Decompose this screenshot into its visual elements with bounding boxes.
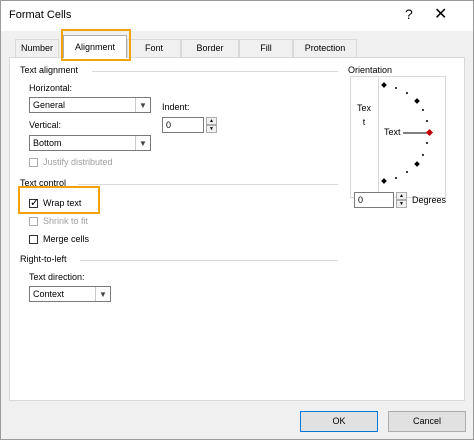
spin-up-icon[interactable]: ▲ xyxy=(206,117,217,125)
justify-distributed-checkbox[interactable] xyxy=(29,158,38,167)
orientation-box: Text Text xyxy=(350,76,446,198)
divider xyxy=(92,71,338,72)
tab-fill[interactable]: Fill xyxy=(239,39,293,57)
spin-up-icon[interactable]: ▲ xyxy=(396,192,407,200)
format-cells-dialog: Format Cells ? ✕ Number Alignment Font B… xyxy=(0,0,474,440)
justify-distributed-label: Justify distributed xyxy=(43,157,113,167)
dial-marker[interactable] xyxy=(425,128,434,137)
merge-cells-checkbox[interactable] xyxy=(29,235,38,244)
merge-cells-label: Merge cells xyxy=(43,234,90,244)
text-direction-label: Text direction: xyxy=(29,272,85,282)
dial-tick xyxy=(414,98,420,104)
divider xyxy=(78,184,338,185)
dial-dot xyxy=(406,92,408,94)
degrees-value: 0 xyxy=(358,195,364,205)
dial-dot xyxy=(426,120,428,122)
degrees-spinner[interactable]: ▲ ▼ xyxy=(396,192,407,208)
indent-input[interactable]: 0 xyxy=(162,117,204,133)
text-control-heading: Text control xyxy=(20,178,67,188)
tab-alignment[interactable]: Alignment xyxy=(63,35,127,58)
tab-font[interactable]: Font xyxy=(127,39,181,57)
text-direction-value: Context xyxy=(33,289,65,299)
chevron-down-icon: ▼ xyxy=(135,136,150,150)
degrees-input[interactable]: 0 xyxy=(354,192,394,208)
chevron-down-icon: ▼ xyxy=(135,98,150,112)
text-direction-select[interactable]: Context ▼ xyxy=(29,286,111,302)
checkmark-icon: ✓ xyxy=(30,197,40,209)
dial-dot xyxy=(395,87,397,89)
dial-tick xyxy=(414,161,420,167)
title-bar: Format Cells ? ✕ xyxy=(1,1,473,31)
vertical-label: Vertical: xyxy=(29,120,62,130)
dial-dot xyxy=(395,177,397,179)
vertical-text-button[interactable]: Text xyxy=(356,101,372,129)
horizontal-select[interactable]: General ▼ xyxy=(29,97,151,113)
indent-spinner[interactable]: ▲ ▼ xyxy=(206,117,217,133)
orientation-dial[interactable] xyxy=(379,77,445,197)
shrink-to-fit-label: Shrink to fit xyxy=(43,216,89,226)
spin-down-icon[interactable]: ▼ xyxy=(396,200,407,208)
alignment-panel: Text alignment Horizontal: General ▼ Ind… xyxy=(9,57,465,401)
horizontal-label: Horizontal: xyxy=(29,83,73,93)
tab-border[interactable]: Border xyxy=(181,39,239,57)
degrees-label: Degrees xyxy=(412,195,447,205)
spin-down-icon[interactable]: ▼ xyxy=(206,125,217,133)
chevron-down-icon: ▼ xyxy=(95,287,110,301)
dial-tick xyxy=(381,82,387,88)
wrap-text-label: Wrap text xyxy=(43,198,82,208)
tab-number[interactable]: Number xyxy=(15,39,59,57)
right-to-left-heading: Right-to-left xyxy=(20,254,67,264)
text-alignment-heading: Text alignment xyxy=(20,65,79,75)
shrink-to-fit-checkbox[interactable] xyxy=(29,217,38,226)
dial-dot xyxy=(422,109,424,111)
tab-protection[interactable]: Protection xyxy=(293,39,357,57)
help-button[interactable]: ? xyxy=(405,6,413,22)
wrap-text-checkbox[interactable]: ✓ xyxy=(29,197,40,209)
dial-tick xyxy=(381,178,387,184)
dial-text: Text xyxy=(384,127,401,137)
ok-button[interactable]: OK xyxy=(300,411,378,432)
divider xyxy=(80,260,338,261)
vertical-value: Bottom xyxy=(33,138,62,148)
dial-dot xyxy=(422,154,424,156)
dial-dot xyxy=(406,171,408,173)
close-button[interactable]: ✕ xyxy=(434,4,447,24)
dial-dot xyxy=(426,142,428,144)
horizontal-value: General xyxy=(33,100,66,110)
vertical-select[interactable]: Bottom ▼ xyxy=(29,135,151,151)
indent-value: 0 xyxy=(166,120,172,130)
cancel-button[interactable]: Cancel xyxy=(388,411,466,432)
indent-label: Indent: xyxy=(162,102,190,112)
window-title: Format Cells xyxy=(9,9,72,21)
orientation-heading: Orientation xyxy=(348,65,393,75)
